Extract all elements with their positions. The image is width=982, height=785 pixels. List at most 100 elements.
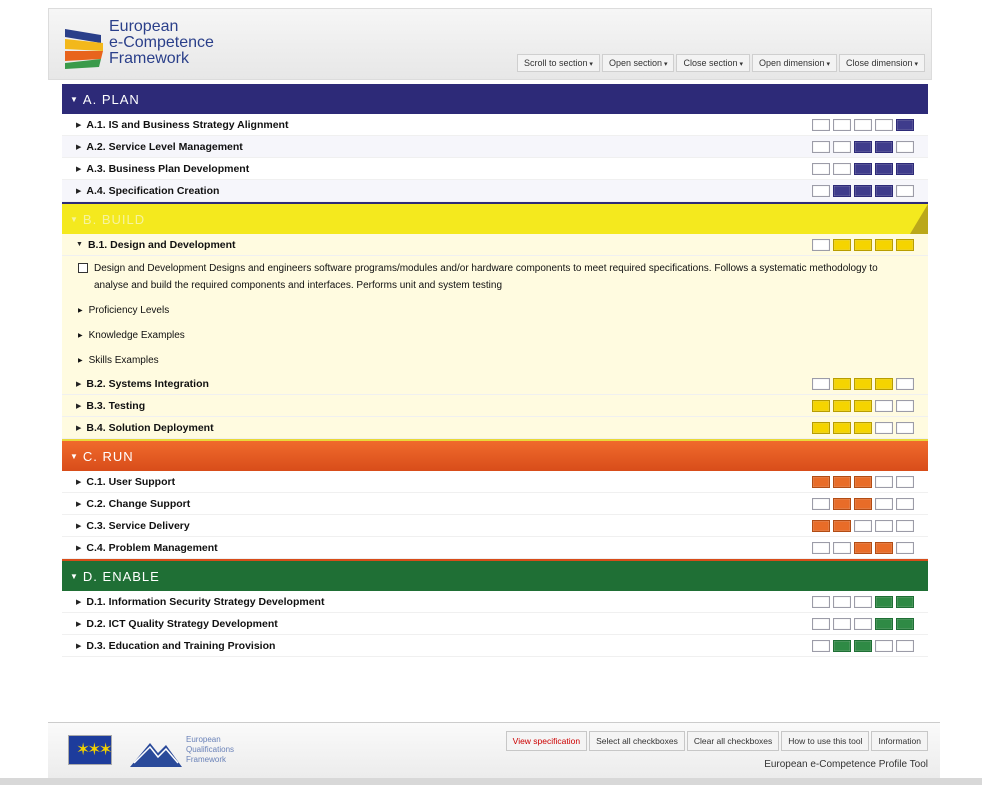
level-box-2[interactable] xyxy=(833,378,851,390)
competence-row[interactable]: ▼ B.1. Design and Development xyxy=(62,234,928,256)
close-section-dropdown[interactable]: Close section xyxy=(676,54,750,72)
level-box-5[interactable] xyxy=(896,141,914,153)
level-box-3[interactable] xyxy=(854,378,872,390)
level-box-3[interactable] xyxy=(854,163,872,175)
level-box-4[interactable] xyxy=(875,141,893,153)
competence-row[interactable]: ▶ C.2. Change Support xyxy=(62,493,928,515)
competence-row[interactable]: ▶ B.2. Systems Integration xyxy=(62,373,928,395)
level-box-4[interactable] xyxy=(875,163,893,175)
level-box-3[interactable] xyxy=(854,596,872,608)
competence-row[interactable]: ▶ D.2. ICT Quality Strategy Development xyxy=(62,613,928,635)
level-box-5[interactable] xyxy=(896,542,914,554)
competence-row[interactable]: ▶ A.4. Specification Creation xyxy=(62,180,928,202)
level-box-5[interactable] xyxy=(896,163,914,175)
open-section-dropdown[interactable]: Open section xyxy=(601,54,675,72)
level-box-2[interactable] xyxy=(833,422,851,434)
level-box-3[interactable] xyxy=(854,422,872,434)
level-box-3[interactable] xyxy=(854,400,872,412)
level-box-2[interactable] xyxy=(833,520,851,532)
section-header-run[interactable]: ▼ C. RUN xyxy=(62,441,928,471)
section-header-build[interactable]: ▼ B. BUILD xyxy=(62,204,928,234)
level-box-1[interactable] xyxy=(812,422,830,434)
level-box-2[interactable] xyxy=(833,542,851,554)
sub-section-toggle[interactable]: ▶ Proficiency Levels xyxy=(62,298,928,323)
level-box-1[interactable] xyxy=(812,498,830,510)
competence-row[interactable]: ▶ C.4. Problem Management xyxy=(62,537,928,559)
competence-row[interactable]: ▶ C.3. Service Delivery xyxy=(62,515,928,537)
level-box-1[interactable] xyxy=(812,119,830,131)
open-dimension-dropdown[interactable]: Open dimension xyxy=(751,54,837,72)
level-box-3[interactable] xyxy=(854,498,872,510)
competence-row[interactable]: ▶ A.1. IS and Business Strategy Alignment xyxy=(62,114,928,136)
level-box-2[interactable] xyxy=(833,239,851,251)
level-box-2[interactable] xyxy=(833,498,851,510)
level-box-4[interactable] xyxy=(875,596,893,608)
level-box-3[interactable] xyxy=(854,476,872,488)
level-box-3[interactable] xyxy=(854,618,872,630)
competence-row[interactable]: ▶ B.4. Solution Deployment xyxy=(62,417,928,439)
level-box-5[interactable] xyxy=(896,422,914,434)
competence-row[interactable]: ▶ A.2. Service Level Management xyxy=(62,136,928,158)
level-box-2[interactable] xyxy=(833,476,851,488)
level-box-2[interactable] xyxy=(833,640,851,652)
level-box-3[interactable] xyxy=(854,239,872,251)
level-box-2[interactable] xyxy=(833,141,851,153)
level-box-1[interactable] xyxy=(812,185,830,197)
level-box-5[interactable] xyxy=(896,119,914,131)
level-box-4[interactable] xyxy=(875,476,893,488)
level-box-1[interactable] xyxy=(812,520,830,532)
level-box-5[interactable] xyxy=(896,185,914,197)
level-box-4[interactable] xyxy=(875,520,893,532)
clear-all-checkboxes-button[interactable]: Clear all checkboxes xyxy=(686,731,780,751)
description-checkbox[interactable] xyxy=(78,263,88,273)
level-box-5[interactable] xyxy=(896,476,914,488)
level-box-1[interactable] xyxy=(812,378,830,390)
level-box-5[interactable] xyxy=(896,640,914,652)
level-box-4[interactable] xyxy=(875,400,893,412)
competence-row[interactable]: ▶ D.3. Education and Training Provision xyxy=(62,635,928,657)
level-box-4[interactable] xyxy=(875,498,893,510)
how-to-use-button[interactable]: How to use this tool xyxy=(781,731,870,751)
level-box-4[interactable] xyxy=(875,640,893,652)
level-box-3[interactable] xyxy=(854,520,872,532)
level-box-5[interactable] xyxy=(896,400,914,412)
level-box-3[interactable] xyxy=(854,185,872,197)
level-box-4[interactable] xyxy=(875,422,893,434)
level-box-3[interactable] xyxy=(854,141,872,153)
level-box-5[interactable] xyxy=(896,596,914,608)
level-box-5[interactable] xyxy=(896,520,914,532)
level-box-2[interactable] xyxy=(833,596,851,608)
level-box-5[interactable] xyxy=(896,618,914,630)
level-box-1[interactable] xyxy=(812,400,830,412)
competence-row[interactable]: ▶ B.3. Testing xyxy=(62,395,928,417)
scroll-to-section-dropdown[interactable]: Scroll to section xyxy=(516,54,600,72)
level-box-4[interactable] xyxy=(875,119,893,131)
level-box-1[interactable] xyxy=(812,542,830,554)
level-box-3[interactable] xyxy=(854,119,872,131)
level-box-1[interactable] xyxy=(812,239,830,251)
level-box-4[interactable] xyxy=(875,378,893,390)
level-box-1[interactable] xyxy=(812,476,830,488)
close-dimension-dropdown[interactable]: Close dimension xyxy=(838,54,925,72)
competence-row[interactable]: ▶ D.1. Information Security Strategy Deve… xyxy=(62,591,928,613)
competence-row[interactable]: ▶ A.3. Business Plan Development xyxy=(62,158,928,180)
level-box-5[interactable] xyxy=(896,378,914,390)
competence-row[interactable]: ▶ C.1. User Support xyxy=(62,471,928,493)
sub-section-toggle[interactable]: ▶ Skills Examples xyxy=(62,348,928,373)
level-box-5[interactable] xyxy=(896,498,914,510)
level-box-4[interactable] xyxy=(875,542,893,554)
level-box-3[interactable] xyxy=(854,542,872,554)
level-box-1[interactable] xyxy=(812,618,830,630)
level-box-2[interactable] xyxy=(833,185,851,197)
level-box-2[interactable] xyxy=(833,400,851,412)
level-box-2[interactable] xyxy=(833,163,851,175)
sub-section-toggle[interactable]: ▶ Knowledge Examples xyxy=(62,323,928,348)
level-box-4[interactable] xyxy=(875,239,893,251)
level-box-1[interactable] xyxy=(812,141,830,153)
level-box-5[interactable] xyxy=(896,239,914,251)
level-box-1[interactable] xyxy=(812,163,830,175)
level-box-1[interactable] xyxy=(812,640,830,652)
level-box-2[interactable] xyxy=(833,119,851,131)
level-box-2[interactable] xyxy=(833,618,851,630)
section-header-plan[interactable]: ▼ A. PLAN xyxy=(62,84,928,114)
